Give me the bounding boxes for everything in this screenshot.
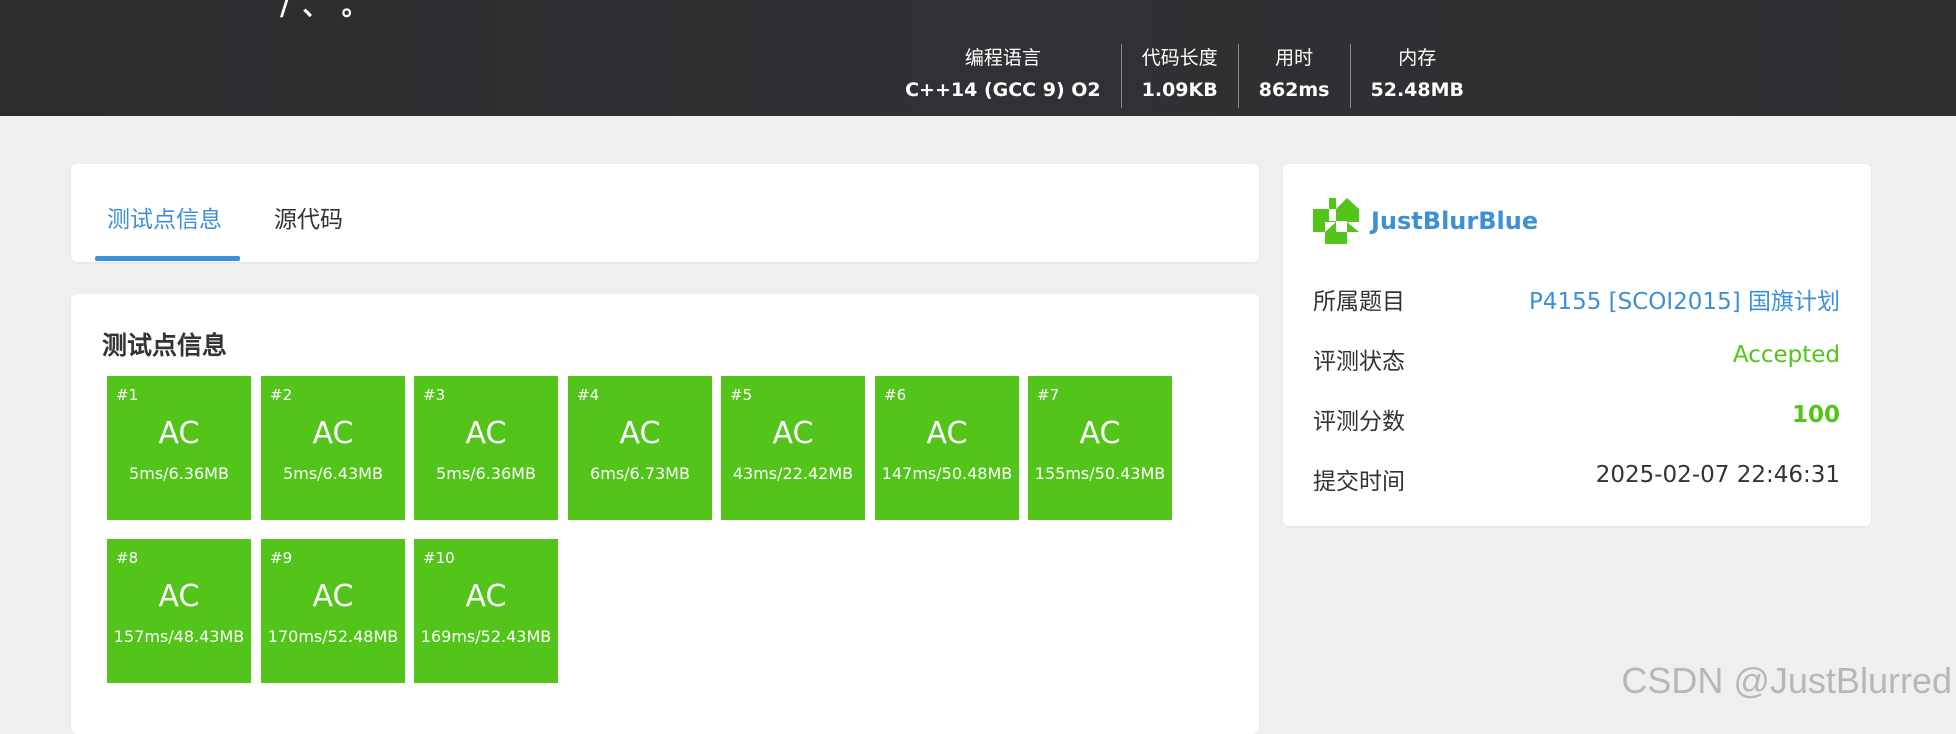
test-case-number: #7 (1037, 386, 1060, 404)
test-case-time-memory: 155ms/50.43MB (1034, 464, 1166, 483)
stat-language: 编程语言 C++14 (GCC 9) O2 (885, 44, 1121, 108)
top-header: / 、 。 编程语言 C++14 (GCC 9) O2 代码长度 1.09KB … (0, 0, 1956, 116)
user-info[interactable]: JustBlurBlue (1313, 198, 1538, 244)
test-case-number: #3 (423, 386, 446, 404)
test-case-number: #5 (730, 386, 753, 404)
test-case-result: AC (158, 579, 200, 614)
test-case-tile[interactable]: #8 AC 157ms/48.43MB (107, 539, 251, 683)
test-case-result: AC (465, 579, 507, 614)
info-label: 评测状态 (1313, 349, 1405, 375)
test-case-time-memory: 43ms/22.42MB (732, 464, 854, 483)
stat-label: 内存 (1398, 47, 1437, 69)
test-case-result: AC (619, 416, 661, 451)
info-label: 所属题目 (1313, 289, 1405, 315)
test-case-tile[interactable]: #6 AC 147ms/50.48MB (875, 376, 1019, 520)
test-case-result: AC (465, 416, 507, 451)
stat-time: 用时 862ms (1237, 44, 1350, 108)
submission-stats: 编程语言 C++14 (GCC 9) O2 代码长度 1.09KB 用时 862… (885, 44, 1484, 108)
stat-value: 1.09KB (1141, 79, 1218, 101)
test-case-number: #1 (116, 386, 139, 404)
test-case-tile[interactable]: #10 AC 169ms/52.43MB (414, 539, 558, 683)
submission-info-card: JustBlurBlue 所属题目 P4155 [SCOI2015] 国旗计划 … (1283, 164, 1871, 526)
problem-link[interactable]: P4155 [SCOI2015] 国旗计划 (1529, 282, 1840, 316)
stat-value: 52.48MB (1370, 79, 1465, 101)
tab-test-info[interactable]: 测试点信息 (107, 200, 222, 234)
test-case-time-memory: 6ms/6.73MB (590, 464, 690, 483)
test-case-number: #10 (423, 549, 455, 567)
test-case-number: #2 (270, 386, 293, 404)
test-case-result: AC (926, 416, 968, 451)
username-link[interactable]: JustBlurBlue (1371, 207, 1538, 235)
test-case-time-memory: 147ms/50.48MB (881, 464, 1013, 483)
identicon-icon (1313, 198, 1359, 244)
submit-time-value: 2025-02-07 22:46:31 (1595, 462, 1840, 488)
stat-label: 代码长度 (1141, 47, 1218, 69)
active-tab-indicator (95, 256, 240, 261)
test-case-time-memory: 5ms/6.43MB (283, 464, 383, 483)
section-title: 测试点信息 (102, 331, 228, 360)
stat-memory: 内存 52.48MB (1349, 44, 1485, 108)
test-case-number: #6 (884, 386, 907, 404)
page-title-fragment: / 、 。 (280, 0, 370, 22)
test-results-card: 测试点信息 #1 AC 5ms/6.36MB #2 AC 5ms/6.43MB #3 AC 5m… (71, 294, 1259, 734)
test-case-tile[interactable]: #5 AC 43ms/22.42MB (721, 376, 865, 520)
info-label: 提交时间 (1313, 469, 1405, 495)
test-case-time-memory: 5ms/6.36MB (436, 464, 536, 483)
test-case-tile[interactable]: #7 AC 155ms/50.43MB (1028, 376, 1172, 520)
test-case-result: AC (312, 579, 354, 614)
stat-value: C++14 (GCC 9) O2 (905, 79, 1101, 101)
test-case-time-memory: 5ms/6.36MB (129, 464, 229, 483)
test-case-time-memory: 170ms/52.48MB (267, 627, 399, 646)
test-case-tile[interactable]: #4 AC 6ms/6.73MB (568, 376, 712, 520)
score-value: 100 (1791, 402, 1840, 428)
test-case-result: AC (312, 416, 354, 451)
test-case-time-memory: 157ms/48.43MB (113, 627, 245, 646)
stat-label: 编程语言 (964, 47, 1041, 69)
stat-label: 用时 (1275, 47, 1314, 69)
stat-value: 862ms (1258, 79, 1330, 101)
test-case-tile[interactable]: #2 AC 5ms/6.43MB (261, 376, 405, 520)
test-case-result: AC (158, 416, 200, 451)
test-case-tile[interactable]: #1 AC 5ms/6.36MB (107, 376, 251, 520)
status-value: Accepted (1732, 342, 1840, 368)
watermark: CSDN @JustBlurred (1621, 660, 1952, 701)
test-case-result: AC (1079, 416, 1121, 451)
test-case-number: #8 (116, 549, 139, 567)
test-case-number: #4 (577, 386, 600, 404)
test-case-number: #9 (270, 549, 293, 567)
tab-source-code[interactable]: 源代码 (274, 200, 343, 234)
test-case-time-memory: 169ms/52.43MB (420, 627, 552, 646)
tabs-card: 测试点信息 源代码 (71, 164, 1259, 262)
test-case-result: AC (772, 416, 814, 451)
info-label: 评测分数 (1313, 409, 1405, 435)
test-case-tile[interactable]: #3 AC 5ms/6.36MB (414, 376, 558, 520)
test-case-tile[interactable]: #9 AC 170ms/52.48MB (261, 539, 405, 683)
stat-code-length: 代码长度 1.09KB (1120, 44, 1238, 108)
